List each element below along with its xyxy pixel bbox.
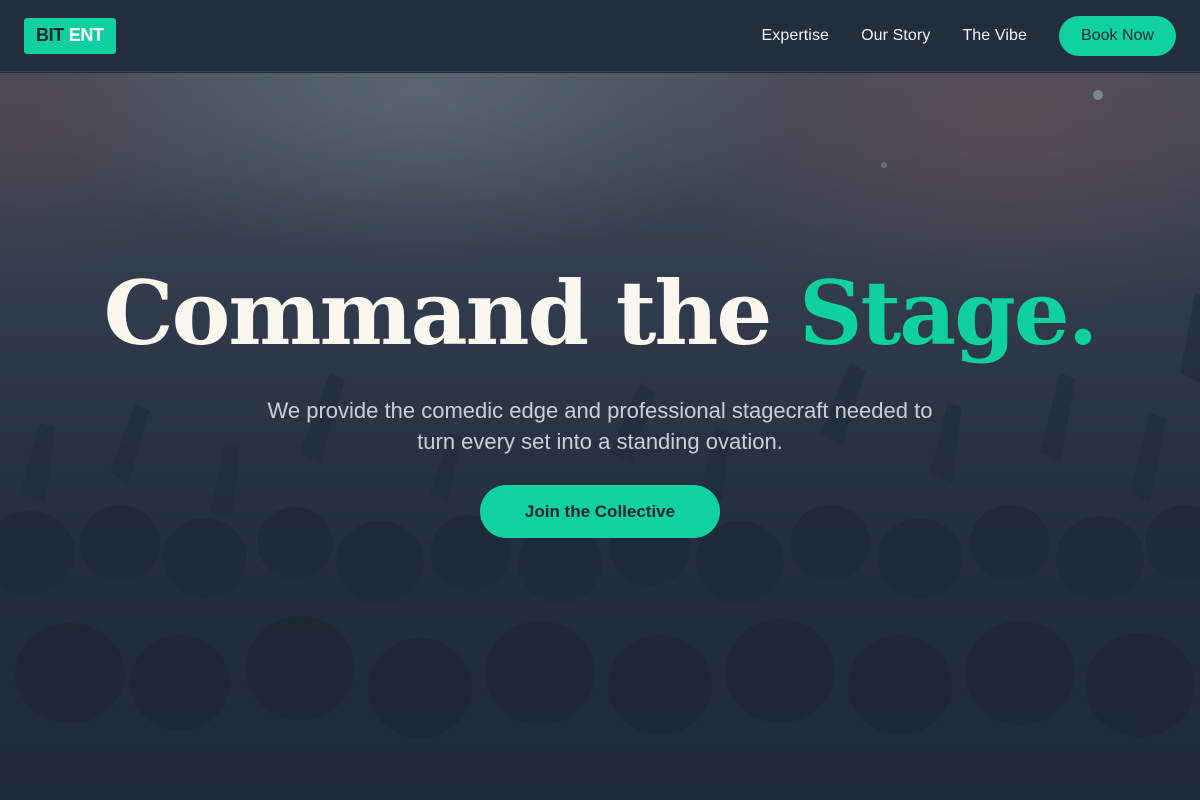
nav-link-the-vibe[interactable]: The Vibe bbox=[962, 27, 1027, 45]
logo-text-bit: BIT bbox=[36, 25, 64, 45]
join-collective-button[interactable]: Join the Collective bbox=[480, 485, 720, 538]
brand-logo[interactable]: BIT ENT bbox=[24, 17, 116, 54]
nav-link-expertise[interactable]: Expertise bbox=[761, 27, 829, 45]
hero-section: Command the Stage. We provide the comedi… bbox=[0, 73, 1200, 800]
hero-content: Command the Stage. We provide the comedi… bbox=[0, 73, 1200, 800]
site-header: BIT ENT Expertise Our Story The Vibe Boo… bbox=[0, 0, 1200, 72]
nav-link-our-story[interactable]: Our Story bbox=[861, 27, 930, 45]
hero-title: Command the Stage. bbox=[0, 269, 1200, 357]
main-nav: Expertise Our Story The Vibe Book Now bbox=[761, 15, 1176, 56]
logo-text-ent: ENT bbox=[68, 25, 104, 45]
hero-subtitle: We provide the comedic edge and professi… bbox=[267, 398, 933, 454]
hero-title-accent: Stage. bbox=[799, 261, 1098, 365]
hero-title-main: Command the bbox=[103, 261, 799, 365]
book-now-button[interactable]: Book Now bbox=[1059, 15, 1176, 56]
